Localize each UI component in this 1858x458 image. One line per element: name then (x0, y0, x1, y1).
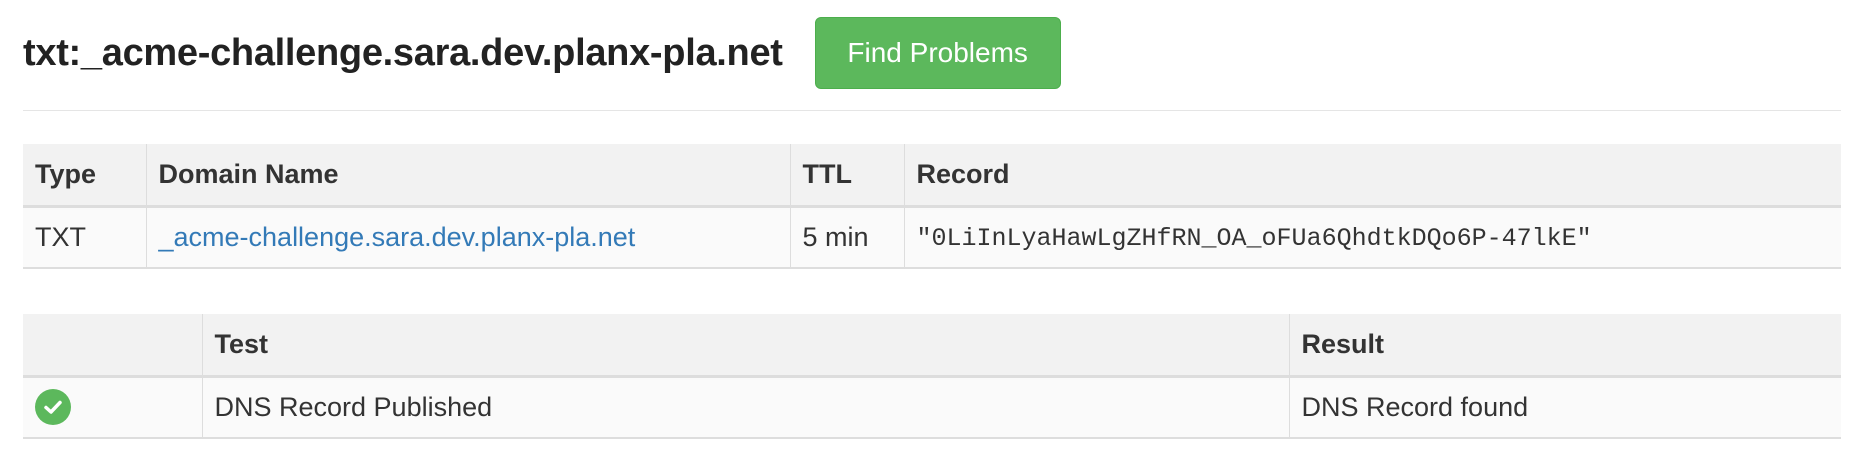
column-header-domain-name: Domain Name (145, 144, 790, 208)
test-name-cell: DNS Record Published (201, 376, 1289, 439)
column-header-result: Result (1288, 314, 1841, 378)
record-ttl-cell: 5 min (789, 206, 904, 269)
record-type-cell: TXT (23, 206, 146, 269)
dns-records-table: Type Domain Name TTL Record TXT _acme-ch… (23, 144, 1841, 269)
find-problems-button[interactable]: Find Problems (814, 17, 1061, 89)
checkmark-glyph (44, 401, 62, 414)
header-divider (23, 110, 1841, 111)
check-circle-icon (35, 389, 71, 426)
page: txt:_acme-challenge.sara.dev.planx-pla.n… (0, 0, 1858, 458)
table-row: DNS Record Published DNS Record found (23, 376, 1841, 439)
page-title: txt:_acme-challenge.sara.dev.planx-pla.n… (23, 31, 783, 74)
column-header-ttl: TTL (789, 144, 904, 208)
test-result-cell: DNS Record found (1288, 376, 1841, 439)
test-status-cell (23, 376, 202, 439)
tests-table: Test Result DNS Record Published DNS Rec… (23, 314, 1841, 439)
record-value: "0LiInLyaHawLgZHfRN_OA_oFUa6QhdtkDQo6P-4… (916, 224, 1592, 254)
table-row: TXT _acme-challenge.sara.dev.planx-pla.n… (23, 206, 1841, 269)
table-header-row: Type Domain Name TTL Record (23, 144, 1841, 208)
record-domain-cell: _acme-challenge.sara.dev.planx-pla.net (145, 206, 790, 269)
domain-link[interactable]: _acme-challenge.sara.dev.planx-pla.net (159, 222, 636, 252)
record-value-cell: "0LiInLyaHawLgZHfRN_OA_oFUa6QhdtkDQo6P-4… (903, 206, 1841, 269)
page-header: txt:_acme-challenge.sara.dev.planx-pla.n… (23, 17, 1061, 89)
column-header-status (23, 314, 202, 378)
column-header-record: Record (903, 144, 1841, 208)
column-header-test: Test (201, 314, 1289, 378)
table-header-row: Test Result (23, 314, 1841, 378)
column-header-type: Type (23, 144, 146, 208)
